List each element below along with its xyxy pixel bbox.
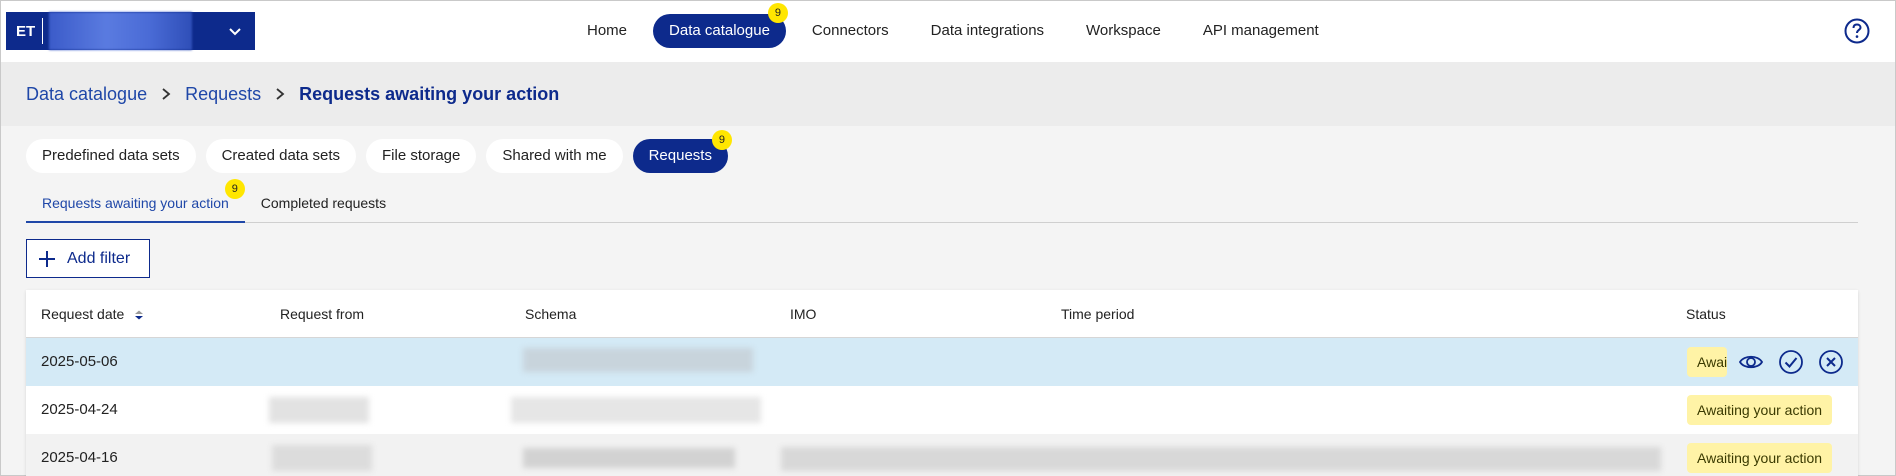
requests-table: Request date Request from Schema IMO Tim…: [26, 290, 1858, 476]
request-subtabs: Requests awaiting your action 9 Complete…: [26, 179, 1858, 223]
organization-selector[interactable]: ET: [6, 12, 255, 50]
table-row[interactable]: 2025-04-24 Awaiting your action: [26, 386, 1858, 434]
column-request-date[interactable]: Request date: [41, 306, 144, 322]
nav-connectors[interactable]: Connectors: [796, 14, 905, 48]
status-badge: Awaiting your action: [1687, 395, 1833, 425]
nav-connectors-label: Connectors: [811, 22, 889, 39]
request-from-redacted: [269, 397, 369, 423]
nav-home[interactable]: Home: [571, 14, 643, 48]
request-date: 2025-04-16: [41, 449, 118, 466]
help-icon[interactable]: [1844, 18, 1870, 44]
org-name-redacted: [49, 12, 192, 50]
page-title: Requests awaiting your action: [299, 83, 560, 104]
status-badge: Awaiting your action: [1687, 443, 1833, 473]
subtab-label: Completed requests: [260, 195, 387, 211]
subtab-label: Requests awaiting your action: [42, 195, 229, 211]
nav-workspace-label: Workspace: [1086, 22, 1161, 39]
table-row[interactable]: 2025-05-06 Awaiting your action: [26, 338, 1858, 386]
main-nav: Home Data catalogue 9 Connectors Data in…: [571, 3, 1345, 48]
tab-created-data-sets[interactable]: Created data sets: [205, 139, 356, 173]
subtab-awaiting-action[interactable]: Requests awaiting your action 9: [26, 179, 245, 223]
sort-icon: [135, 310, 144, 320]
schema-redacted: [523, 448, 735, 468]
tab-label: Requests: [648, 147, 712, 164]
plus-icon: [39, 250, 55, 267]
tab-file-storage[interactable]: File storage: [366, 139, 477, 173]
breadcrumb-data-catalogue[interactable]: Data catalogue: [26, 84, 147, 105]
schema-redacted: [523, 348, 753, 372]
org-divider: [42, 18, 43, 44]
eye-icon[interactable]: [1738, 349, 1764, 375]
nav-data-integrations[interactable]: Data integrations: [915, 14, 1060, 48]
chevron-right-icon: [162, 88, 171, 100]
add-filter-label: Add filter: [67, 249, 131, 267]
tab-label: Shared with me: [502, 147, 607, 164]
subtab-completed-requests[interactable]: Completed requests: [245, 191, 402, 223]
column-schema: Schema: [525, 306, 577, 322]
column-status: Status: [1686, 306, 1726, 322]
schema-redacted: [511, 397, 761, 423]
top-bar: ET Home Data catalogue 9 Connectors Data…: [1, 1, 1895, 62]
nav-home-label: Home: [587, 22, 628, 39]
chevron-right-icon: [276, 88, 285, 100]
notification-badge: 9: [711, 130, 732, 150]
tab-shared-with-me[interactable]: Shared with me: [486, 139, 623, 173]
reject-close-icon[interactable]: [1818, 349, 1844, 375]
request-date: 2025-05-06: [41, 353, 118, 370]
org-code: ET: [16, 22, 36, 40]
breadcrumb: Data catalogue Requests Requests awaitin…: [1, 62, 1895, 126]
breadcrumb-requests[interactable]: Requests: [185, 84, 261, 105]
nav-api-management-label: API management: [1202, 22, 1319, 39]
column-label: Request date: [41, 306, 125, 322]
tab-label: Predefined data sets: [42, 147, 180, 164]
table-row[interactable]: 2025-04-16 Awaiting your action: [26, 434, 1858, 476]
nav-data-integrations-label: Data integrations: [930, 22, 1045, 39]
tab-label: Created data sets: [221, 147, 340, 164]
tab-requests[interactable]: Requests 9: [632, 130, 732, 173]
notification-badge: 9: [224, 179, 245, 199]
request-date: 2025-04-24: [41, 401, 118, 418]
chevron-down-icon: [229, 28, 241, 36]
approve-check-icon[interactable]: [1778, 349, 1804, 375]
tab-label: File storage: [382, 147, 461, 164]
catalogue-tabs: Predefined data sets Created data sets F…: [26, 130, 738, 173]
nav-data-catalogue[interactable]: Data catalogue 9: [653, 3, 788, 48]
column-imo: IMO: [790, 306, 817, 322]
column-request-from: Request from: [280, 306, 365, 322]
status-badge: Awaiting your action: [1687, 347, 1727, 377]
nav-api-management[interactable]: API management: [1187, 14, 1335, 48]
notification-badge: 9: [767, 3, 788, 23]
table-header: Request date Request from Schema IMO Tim…: [26, 290, 1858, 338]
tab-predefined-data-sets[interactable]: Predefined data sets: [26, 139, 196, 173]
request-from-redacted: [272, 445, 372, 471]
nav-data-catalogue-label: Data catalogue: [669, 22, 770, 39]
add-filter-button[interactable]: Add filter: [26, 239, 150, 278]
imo-time-period-redacted: [781, 447, 1661, 471]
nav-workspace[interactable]: Workspace: [1070, 14, 1177, 48]
column-time-period: Time period: [1061, 306, 1135, 322]
